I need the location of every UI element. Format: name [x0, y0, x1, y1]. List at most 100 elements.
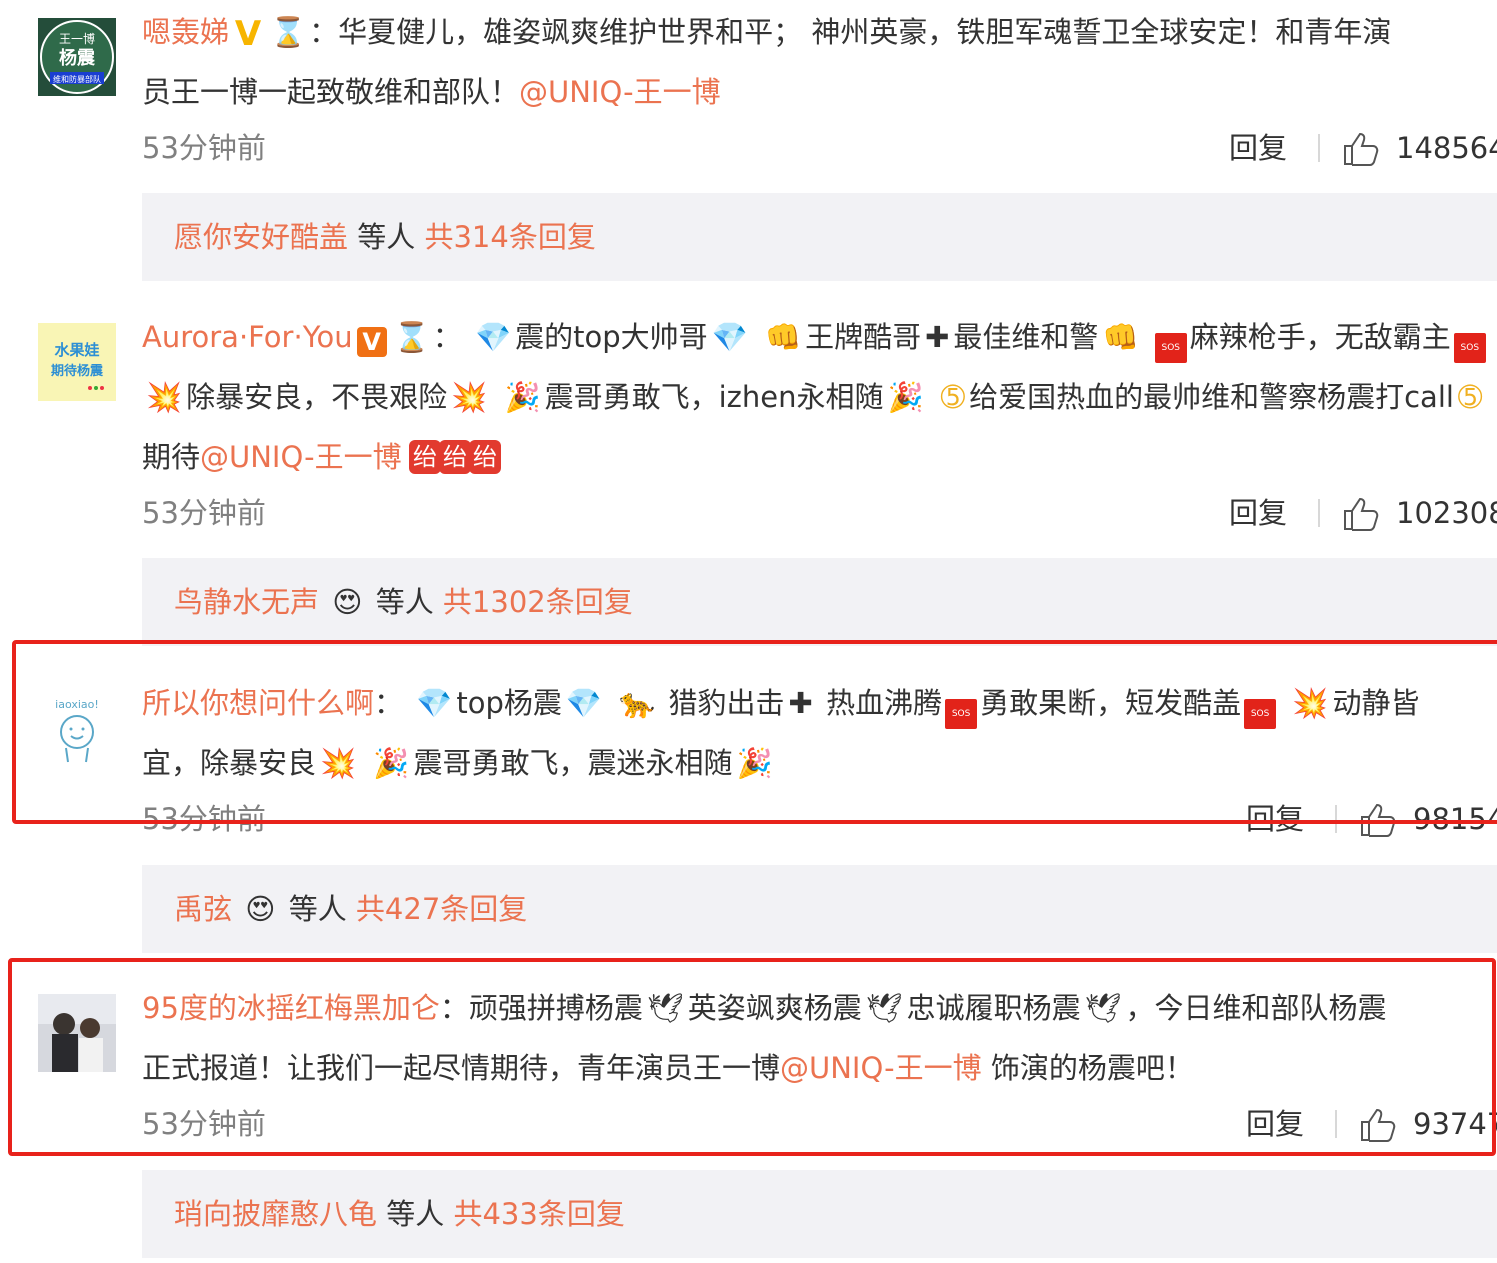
text-seg: top杨震	[456, 686, 562, 720]
text-seg: 忠诚履职杨震	[906, 991, 1081, 1025]
text-seg: 主	[1421, 320, 1451, 354]
reply-thread[interactable]: 琑向披靡憨八龟 等人 共433条回复	[142, 1170, 1497, 1258]
heart-eyes-icon: 😍	[245, 892, 276, 926]
zhao-emoji-icon: 绐	[468, 440, 501, 474]
thread-count-link[interactable]: 共1302条回复	[443, 585, 633, 619]
fist-icon: 👊	[1102, 320, 1139, 354]
thread-count-link[interactable]: 共427条回复	[356, 892, 527, 926]
username[interactable]: 嗯轰娣	[142, 15, 229, 49]
thread-username[interactable]: 琑向披靡憨八龟	[174, 1197, 377, 1231]
timestamp: 53分钟前	[142, 131, 266, 165]
divider	[1335, 1110, 1337, 1138]
text-seg: 震哥勇敢飞，震迷永相随	[413, 746, 733, 780]
reply-button[interactable]: 回复	[1246, 799, 1304, 839]
number-5-icon: ➄	[940, 380, 966, 414]
thread-count-link[interactable]: 共433条回复	[453, 1197, 624, 1231]
text-seg: 给爱国热血的最帅维和警察	[969, 380, 1318, 414]
comment-meta: 53分钟前 回复 98154	[142, 799, 1497, 839]
comment-meta: 53分钟前 回复 102308	[142, 493, 1497, 533]
zhao-emoji-icon: 绐	[408, 440, 441, 474]
reply-thread[interactable]: 愿你安好酷盖 等人 共314条回复	[142, 193, 1497, 281]
divider	[1335, 805, 1337, 833]
text-seg: 勇敢果断，短发酷盖	[980, 686, 1242, 720]
cross-icon: ✚	[925, 320, 950, 354]
divider	[1318, 134, 1320, 162]
thread-username[interactable]: 鸟静水无声	[174, 585, 319, 619]
diamond-icon: 💎	[711, 320, 748, 354]
avatar[interactable]: iaoxiao!	[38, 688, 116, 766]
party-popper-icon: 🎉	[373, 746, 410, 780]
hourglass-icon: ⌛	[393, 320, 430, 354]
dove-icon: 🕊	[865, 991, 903, 1025]
text-seg: ：顽强拼搏杨震	[439, 991, 643, 1025]
text-seg: 猎豹出击	[668, 686, 785, 720]
like-count: 148564	[1396, 131, 1497, 165]
comment-text: 所以你想问什么啊： 💎 top杨震 💎 🐆 猎豹出击 ✚ 热血沸腾 SOS 勇敢果断，短发…	[142, 673, 1497, 793]
divider	[1318, 499, 1320, 527]
sos-icon: SOS	[1154, 333, 1187, 363]
party-popper-icon: 🎉	[736, 746, 773, 780]
fist-icon: 👊	[764, 320, 802, 354]
text-seg: ，今日维和部队杨震	[1125, 991, 1387, 1025]
mention-link[interactable]: @UNIQ-王一博	[780, 1051, 982, 1085]
text-seg: 除暴安良，不畏艰险	[186, 380, 448, 414]
thumbs-up-icon[interactable]	[1359, 803, 1397, 847]
thread-username[interactable]: 禹弦	[174, 892, 232, 926]
diamond-icon: 💎	[565, 686, 602, 720]
colon: ：	[432, 320, 472, 354]
thumbs-up-icon[interactable]	[1342, 132, 1380, 176]
username[interactable]: 95度的冰摇红梅黑加仑	[142, 991, 440, 1025]
thumbs-up-icon[interactable]	[1359, 1108, 1397, 1152]
reply-button[interactable]: 回复	[1229, 128, 1287, 168]
comment-text: Aurora·For·You V ⌛： 💎 震的top大帅哥 💎 👊 王牌酷哥 ✚ 最佳维和警…	[142, 307, 1497, 487]
reply-button[interactable]: 回复	[1246, 1104, 1304, 1144]
text-seg: 王牌酷哥	[805, 320, 922, 354]
collision-icon: 💥	[1292, 686, 1329, 720]
collision-icon: 💥	[451, 380, 488, 414]
comment-meta: 53分钟前 回复 93747	[142, 1104, 1497, 1144]
sos-icon: SOS	[1453, 333, 1486, 363]
text-seg: 震哥勇敢飞，izhen永相随	[544, 380, 884, 414]
thread-count-link[interactable]: 共314条回复	[424, 220, 595, 254]
timestamp: 53分钟前	[142, 802, 266, 836]
text-seg: 麻辣枪手，无敌霸	[1189, 320, 1422, 354]
text-seg: 正式报道！让我们一起尽情期待，青年演员王一博	[142, 1051, 781, 1085]
diamond-icon: 💎	[475, 320, 512, 354]
reply-button[interactable]: 回复	[1229, 493, 1287, 533]
like-count: 102308	[1396, 496, 1497, 530]
text-seg: 饰演的杨震吧！	[990, 1051, 1194, 1085]
avatar-text-3: 维和防暴部队	[53, 74, 101, 84]
party-popper-icon: 🎉	[887, 380, 924, 414]
sos-icon: SOS	[945, 699, 978, 729]
thread-username[interactable]: 愿你安好酷盖	[174, 220, 348, 254]
thumbs-up-icon[interactable]	[1342, 497, 1380, 541]
vip-badge-icon: V	[356, 327, 387, 357]
avatar-text: iaoxiao!	[55, 698, 99, 711]
dove-icon: 🕊	[646, 991, 684, 1025]
reply-thread[interactable]: 禹弦 😍 等人 共427条回复	[142, 865, 1497, 953]
like-count: 98154	[1413, 802, 1497, 836]
reply-thread[interactable]: 鸟静水无声 😍 等人 共1302条回复	[142, 558, 1497, 646]
avatar[interactable]	[38, 994, 116, 1072]
mention-link[interactable]: @UNIQ-王一博	[519, 75, 721, 109]
vip-badge-icon: V	[234, 14, 262, 54]
comment-meta: 53分钟前 回复 148564	[142, 128, 1497, 168]
avatar[interactable]: 王一博 杨震 维和防暴部队	[38, 18, 116, 96]
collision-icon: 💥	[146, 380, 183, 414]
avatar[interactable]: 水果娃 期待杨震	[38, 323, 116, 401]
username[interactable]: Aurora·For·You	[142, 320, 353, 354]
zhao-emoji-icon: 绐	[438, 440, 471, 474]
mention-link[interactable]: @UNIQ-王一博	[200, 440, 402, 474]
thread-etc: 等人	[375, 585, 434, 619]
avatar-text-2: 杨震	[59, 47, 96, 69]
text-seg: 宜，除暴安良	[142, 746, 317, 780]
avatar-text-1: 水果娃	[54, 341, 99, 359]
text-seg: 期待	[142, 440, 201, 474]
hourglass-icon: ⌛	[270, 15, 307, 49]
text-seg: 英姿飒爽杨震	[687, 991, 862, 1025]
comment-text: 嗯轰娣 V ⌛ ：华夏健儿，雄姿飒爽维护世界和平； 神州英豪，铁胆军魂誓卫全球安定！和…	[142, 2, 1497, 122]
username[interactable]: 所以你想问什么啊	[142, 686, 374, 720]
comment-line-1: ：华夏健儿，雄姿飒爽维护世界和平； 神州英豪，铁胆军魂誓卫全球安定！和青年演	[309, 15, 1392, 49]
text-seg: 热血沸腾	[826, 686, 943, 720]
timestamp: 53分钟前	[142, 1107, 266, 1141]
